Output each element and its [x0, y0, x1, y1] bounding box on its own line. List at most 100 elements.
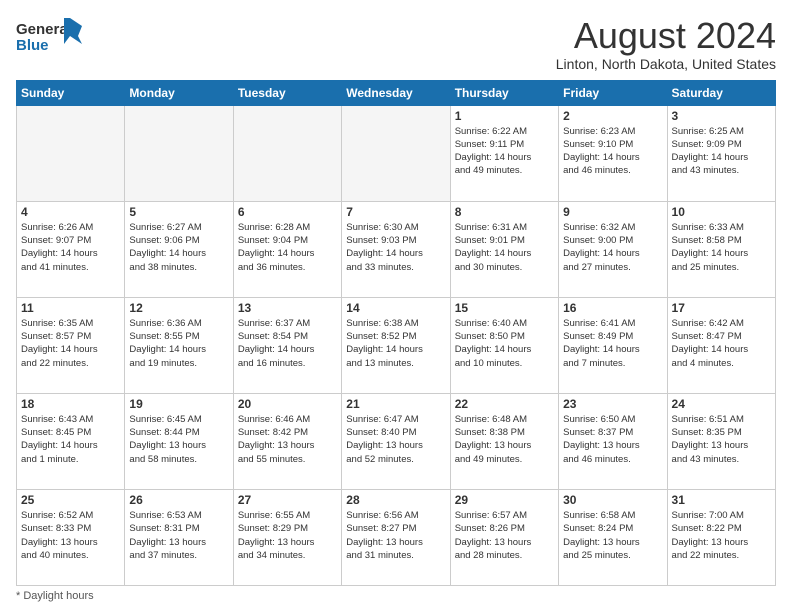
table-row: 18 Sunrise: 6:43 AM Sunset: 8:45 PM Dayli…: [17, 393, 125, 489]
table-row: 28Sunrise: 6:56 AM Sunset: 8:27 PM Dayli…: [342, 489, 450, 585]
day-info: Sunrise: 6:45 AM Sunset: 8:44 PM Dayligh…: [129, 413, 228, 466]
page-header: General Blue August 2024 Linton, North D…: [16, 16, 776, 72]
day-number: 22: [455, 397, 554, 411]
month-title: August 2024: [556, 16, 776, 56]
col-saturday: Saturday: [667, 80, 775, 105]
table-row: 8 Sunrise: 6:31 AM Sunset: 9:01 PM Daylig…: [450, 201, 558, 297]
day-number: 13: [238, 301, 337, 315]
day-number: 6: [238, 205, 337, 219]
day-number: 16: [563, 301, 662, 315]
table-row: [17, 105, 125, 201]
table-row: [233, 105, 341, 201]
day-number: 20: [238, 397, 337, 411]
day-number: 19: [129, 397, 228, 411]
calendar-week-1: 1Sunrise: 6:22 AM Sunset: 9:11 PM Daylig…: [17, 105, 776, 201]
table-row: 7Sunrise: 6:30 AM Sunset: 9:03 PM Daylig…: [342, 201, 450, 297]
table-row: 12Sunrise: 6:36 AM Sunset: 8:55 PM Dayli…: [125, 297, 233, 393]
col-sunday: Sunday: [17, 80, 125, 105]
day-number: 11: [21, 301, 120, 315]
table-row: 19 Sunrise: 6:45 AM Sunset: 8:44 PM Dayli…: [125, 393, 233, 489]
title-block: August 2024 Linton, North Dakota, United…: [556, 16, 776, 72]
day-info: Sunrise: 6:37 AM Sunset: 8:54 PM Dayligh…: [238, 317, 337, 370]
calendar-week-5: 25 Sunrise: 6:52 AM Sunset: 8:33 PM Dayli…: [17, 489, 776, 585]
table-row: 14 Sunrise: 6:38 AM Sunset: 8:52 PM Dayli…: [342, 297, 450, 393]
day-number: 14: [346, 301, 445, 315]
day-info: Sunrise: 6:48 AM Sunset: 8:38 PM Dayligh…: [455, 413, 554, 466]
day-number: 8: [455, 205, 554, 219]
day-info: Sunrise: 6:43 AM Sunset: 8:45 PM Dayligh…: [21, 413, 120, 466]
day-number: 2: [563, 109, 662, 123]
day-number: 10: [672, 205, 771, 219]
day-info: Sunrise: 6:55 AM Sunset: 8:29 PM Dayligh…: [238, 509, 337, 562]
day-info: Sunrise: 6:35 AM Sunset: 8:57 PM Dayligh…: [21, 317, 120, 370]
table-row: 30 Sunrise: 6:58 AM Sunset: 8:24 PM Dayli…: [559, 489, 667, 585]
logo: General Blue: [16, 16, 86, 60]
day-info: Sunrise: 6:41 AM Sunset: 8:49 PM Dayligh…: [563, 317, 662, 370]
table-row: 27 Sunrise: 6:55 AM Sunset: 8:29 PM Dayli…: [233, 489, 341, 585]
day-info: Sunrise: 7:00 AM Sunset: 8:22 PM Dayligh…: [672, 509, 771, 562]
table-row: 26Sunrise: 6:53 AM Sunset: 8:31 PM Dayli…: [125, 489, 233, 585]
table-row: 25 Sunrise: 6:52 AM Sunset: 8:33 PM Dayli…: [17, 489, 125, 585]
day-number: 12: [129, 301, 228, 315]
day-info: Sunrise: 6:42 AM Sunset: 8:47 PM Dayligh…: [672, 317, 771, 370]
day-info: Sunrise: 6:26 AM Sunset: 9:07 PM Dayligh…: [21, 221, 120, 274]
day-info: Sunrise: 6:25 AM Sunset: 9:09 PM Dayligh…: [672, 125, 771, 178]
day-number: 18: [21, 397, 120, 411]
table-row: 5 Sunrise: 6:27 AM Sunset: 9:06 PM Daylig…: [125, 201, 233, 297]
table-row: 22 Sunrise: 6:48 AM Sunset: 8:38 PM Dayli…: [450, 393, 558, 489]
day-info: Sunrise: 6:22 AM Sunset: 9:11 PM Dayligh…: [455, 125, 554, 178]
day-number: 23: [563, 397, 662, 411]
table-row: 15Sunrise: 6:40 AM Sunset: 8:50 PM Dayli…: [450, 297, 558, 393]
day-number: 24: [672, 397, 771, 411]
day-number: 27: [238, 493, 337, 507]
day-info: Sunrise: 6:33 AM Sunset: 8:58 PM Dayligh…: [672, 221, 771, 274]
day-info: Sunrise: 6:27 AM Sunset: 9:06 PM Dayligh…: [129, 221, 228, 274]
day-number: 9: [563, 205, 662, 219]
day-number: 17: [672, 301, 771, 315]
day-number: 30: [563, 493, 662, 507]
day-number: 15: [455, 301, 554, 315]
day-info: Sunrise: 6:52 AM Sunset: 8:33 PM Dayligh…: [21, 509, 120, 562]
table-row: 23 Sunrise: 6:50 AM Sunset: 8:37 PM Dayli…: [559, 393, 667, 489]
table-row: 17 Sunrise: 6:42 AM Sunset: 8:47 PM Dayli…: [667, 297, 775, 393]
calendar-week-4: 18 Sunrise: 6:43 AM Sunset: 8:45 PM Dayli…: [17, 393, 776, 489]
day-number: 25: [21, 493, 120, 507]
day-number: 3: [672, 109, 771, 123]
day-info: Sunrise: 6:47 AM Sunset: 8:40 PM Dayligh…: [346, 413, 445, 466]
day-info: Sunrise: 6:57 AM Sunset: 8:26 PM Dayligh…: [455, 509, 554, 562]
table-row: 6 Sunrise: 6:28 AM Sunset: 9:04 PM Daylig…: [233, 201, 341, 297]
table-row: 1Sunrise: 6:22 AM Sunset: 9:11 PM Daylig…: [450, 105, 558, 201]
table-row: 21Sunrise: 6:47 AM Sunset: 8:40 PM Dayli…: [342, 393, 450, 489]
col-monday: Monday: [125, 80, 233, 105]
day-number: 7: [346, 205, 445, 219]
table-row: 31 Sunrise: 7:00 AM Sunset: 8:22 PM Dayli…: [667, 489, 775, 585]
day-info: Sunrise: 6:56 AM Sunset: 8:27 PM Dayligh…: [346, 509, 445, 562]
table-row: 24Sunrise: 6:51 AM Sunset: 8:35 PM Dayli…: [667, 393, 775, 489]
calendar-header-row: Sunday Monday Tuesday Wednesday Thursday…: [17, 80, 776, 105]
footer-note: * Daylight hours: [16, 590, 776, 602]
day-info: Sunrise: 6:58 AM Sunset: 8:24 PM Dayligh…: [563, 509, 662, 562]
day-number: 5: [129, 205, 228, 219]
table-row: 9 Sunrise: 6:32 AM Sunset: 9:00 PM Daylig…: [559, 201, 667, 297]
day-number: 4: [21, 205, 120, 219]
day-number: 26: [129, 493, 228, 507]
day-info: Sunrise: 6:46 AM Sunset: 8:42 PM Dayligh…: [238, 413, 337, 466]
day-info: Sunrise: 6:50 AM Sunset: 8:37 PM Dayligh…: [563, 413, 662, 466]
day-info: Sunrise: 6:31 AM Sunset: 9:01 PM Dayligh…: [455, 221, 554, 274]
footer-note-text: Daylight hours: [23, 590, 93, 602]
table-row: 16 Sunrise: 6:41 AM Sunset: 8:49 PM Dayli…: [559, 297, 667, 393]
location: Linton, North Dakota, United States: [556, 56, 776, 72]
col-thursday: Thursday: [450, 80, 558, 105]
table-row: 29Sunrise: 6:57 AM Sunset: 8:26 PM Dayli…: [450, 489, 558, 585]
day-info: Sunrise: 6:28 AM Sunset: 9:04 PM Dayligh…: [238, 221, 337, 274]
day-number: 31: [672, 493, 771, 507]
table-row: 10 Sunrise: 6:33 AM Sunset: 8:58 PM Dayli…: [667, 201, 775, 297]
col-friday: Friday: [559, 80, 667, 105]
table-row: 20 Sunrise: 6:46 AM Sunset: 8:42 PM Dayli…: [233, 393, 341, 489]
calendar-table: Sunday Monday Tuesday Wednesday Thursday…: [16, 80, 776, 586]
day-info: Sunrise: 6:38 AM Sunset: 8:52 PM Dayligh…: [346, 317, 445, 370]
day-info: Sunrise: 6:32 AM Sunset: 9:00 PM Dayligh…: [563, 221, 662, 274]
svg-text:General: General: [16, 21, 72, 38]
col-tuesday: Tuesday: [233, 80, 341, 105]
table-row: 2Sunrise: 6:23 AM Sunset: 9:10 PM Daylig…: [559, 105, 667, 201]
